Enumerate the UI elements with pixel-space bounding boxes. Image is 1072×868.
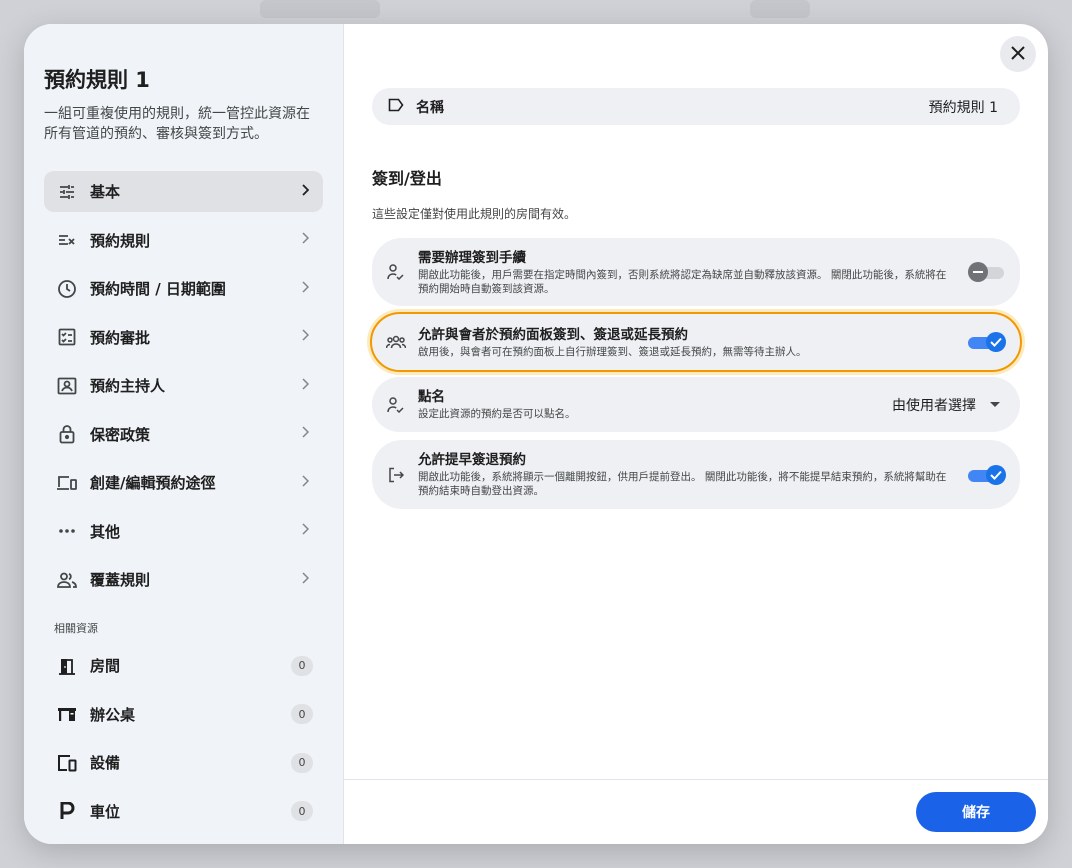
resource-item-desks[interactable]: 辦公桌 0 [44, 694, 323, 735]
person-check-icon [386, 396, 406, 413]
main-panel: 名稱 預約規則 1 簽到/登出 這些設定僅對使用此規則的房間有效。 需要辦理簽到… [344, 24, 1048, 844]
option-title: 允許提早簽退預約 [418, 452, 526, 468]
chevron-right-icon [293, 474, 317, 491]
close-button[interactable] [1000, 36, 1036, 72]
sidebar-item-label: 保密政策 [90, 425, 151, 444]
approval-checklist-icon [56, 326, 78, 348]
door-icon [56, 655, 78, 677]
desk-icon [56, 703, 78, 725]
sidebar-nav: 基本 預約規則 預約時間 / 日期範圍 預約審批 預約主持人 保密政策 創建/編… [44, 171, 323, 608]
resource-label: 房間 [90, 657, 121, 675]
related-resources-label: 相關資源 [54, 622, 98, 635]
checkmark-icon [986, 332, 1006, 352]
chevron-right-icon [293, 523, 317, 539]
more-horizontal-icon [56, 520, 78, 542]
sidebar: 預約規則 1 一組可重複使用的規則，統一管控此資源在所有管道的預約、審核與簽到方… [24, 24, 344, 844]
caret-down-icon [990, 402, 1000, 407]
chevron-right-icon [293, 571, 317, 588]
resource-item-rooms[interactable]: 房間 0 [44, 645, 323, 686]
sidebar-item-label: 預約審批 [90, 328, 151, 347]
chevron-right-icon [293, 426, 317, 442]
dialog-footer: 儲存 [344, 779, 1048, 844]
save-button[interactable]: 儲存 [916, 792, 1036, 832]
device-icon [56, 752, 78, 774]
chevron-right-icon [293, 280, 317, 297]
option-title: 允許與會者於預約面板簽到、簽退或延長預約 [418, 326, 688, 343]
parking-icon [56, 800, 78, 822]
option-description: 啟用後，與會者可在預約面板上自行辦理簽到、簽退或延長預約，無需等待主辦人。 [418, 345, 807, 358]
resource-label: 辦公桌 [90, 705, 136, 724]
sidebar-item-booking-approval[interactable]: 預約審批 [44, 317, 323, 358]
related-resources-list: 房間 0 辦公桌 0 設備 0 車位 0 [44, 645, 323, 839]
dialog-description: 一組可重複使用的規則，統一管控此資源在所有管道的預約、審核與簽到方式。 [44, 106, 310, 142]
label-tag-icon [388, 97, 404, 116]
sidebar-item-label: 基本 [90, 183, 121, 201]
require-checkin-toggle[interactable] [968, 262, 1006, 282]
host-badge-icon [56, 375, 78, 397]
resource-label: 設備 [90, 754, 121, 772]
name-field[interactable]: 名稱 預約規則 1 [372, 88, 1020, 125]
option-description: 設定此資源的預約是否可以點名。 [418, 408, 576, 420]
option-attendee-panel-checkin: 允許與會者於預約面板簽到、簽退或延長預約 啟用後，與會者可在預約面板上自行辦理簽… [370, 312, 1022, 372]
chevron-right-icon [293, 377, 317, 394]
chevron-right-icon [293, 329, 317, 345]
clock-icon [56, 278, 78, 300]
option-roll-call: 點名 設定此資源的預約是否可以點名。 由使用者選擇 [372, 377, 1020, 432]
sidebar-item-booking-time[interactable]: 預約時間 / 日期範圍 [44, 268, 323, 309]
resource-item-parking[interactable]: 車位 0 [44, 791, 323, 832]
resource-item-equipment[interactable]: 設備 0 [44, 742, 323, 783]
checkmark-icon [986, 464, 1006, 485]
sidebar-item-privacy-policy[interactable]: 保密政策 [44, 414, 323, 455]
option-description: 開啟此功能後，系統將顯示一個離開按鈕，供用戶提前登出。 關閉此功能後，將不能提早… [418, 471, 947, 497]
sliders-icon [56, 181, 78, 203]
sidebar-item-other[interactable]: 其他 [44, 511, 323, 552]
chevron-right-icon [293, 183, 317, 200]
section-title: 簽到/登出 [372, 169, 442, 188]
sidebar-item-booking-host[interactable]: 預約主持人 [44, 365, 323, 406]
sidebar-item-booking-channels[interactable]: 創建/編輯預約途徑 [44, 462, 323, 503]
booking-rule-dialog: 預約規則 1 一組可重複使用的規則，統一管控此資源在所有管道的預約、審核與簽到方… [24, 24, 1048, 844]
resource-count-badge: 0 [291, 655, 313, 676]
sidebar-item-basic[interactable]: 基本 [44, 171, 323, 212]
option-early-checkout: 允許提早簽退預約 開啟此功能後，系統將顯示一個離開按鈕，供用戶提前登出。 關閉此… [372, 440, 1020, 509]
close-icon [1011, 45, 1025, 64]
resource-count-badge: 0 [291, 704, 313, 724]
toggle-off-icon [968, 262, 988, 282]
rules-checklist-icon [56, 229, 78, 251]
roll-call-select[interactable]: 由使用者選擇 [892, 395, 1000, 415]
sidebar-item-label: 其他 [90, 522, 121, 541]
sidebar-item-label: 預約主持人 [90, 377, 166, 395]
person-check-icon [386, 264, 406, 280]
sidebar-item-label: 創建/編輯預約途徑 [90, 474, 216, 492]
roll-call-select-value: 由使用者選擇 [892, 397, 976, 414]
name-label: 名稱 [416, 99, 444, 116]
attendee-panel-checkin-toggle[interactable] [968, 332, 1006, 352]
logout-icon [386, 467, 406, 483]
early-checkout-toggle[interactable] [968, 464, 1006, 485]
option-title: 需要辦理簽到手續 [418, 249, 526, 266]
sidebar-item-label: 預約規則 [90, 231, 151, 250]
sidebar-item-label: 覆蓋規則 [90, 571, 151, 589]
option-title: 點名 [418, 389, 445, 405]
resource-label: 車位 [90, 802, 121, 821]
name-value: 預約規則 1 [928, 99, 998, 116]
resource-count-badge: 0 [291, 752, 313, 773]
sidebar-item-override-rules[interactable]: 覆蓋規則 [44, 559, 323, 600]
group-icon [386, 335, 406, 349]
option-description: 開啟此功能後，用戶需要在指定時間內簽到，否則系統將認定為缺席並自動釋放該資源。 … [418, 268, 947, 295]
dialog-title: 預約規則 1 [44, 68, 150, 92]
resource-count-badge: 0 [291, 801, 313, 821]
sidebar-item-booking-rules[interactable]: 預約規則 [44, 220, 323, 261]
devices-icon [56, 472, 78, 494]
sidebar-item-label: 預約時間 / 日期範圍 [90, 280, 226, 298]
option-require-checkin: 需要辦理簽到手續 開啟此功能後，用戶需要在指定時間內簽到，否則系統將認定為缺席並… [372, 238, 1020, 306]
section-description: 這些設定僅對使用此規則的房間有效。 [372, 207, 577, 221]
people-icon [56, 569, 78, 591]
chevron-right-icon [293, 232, 317, 248]
lock-icon [56, 423, 78, 445]
